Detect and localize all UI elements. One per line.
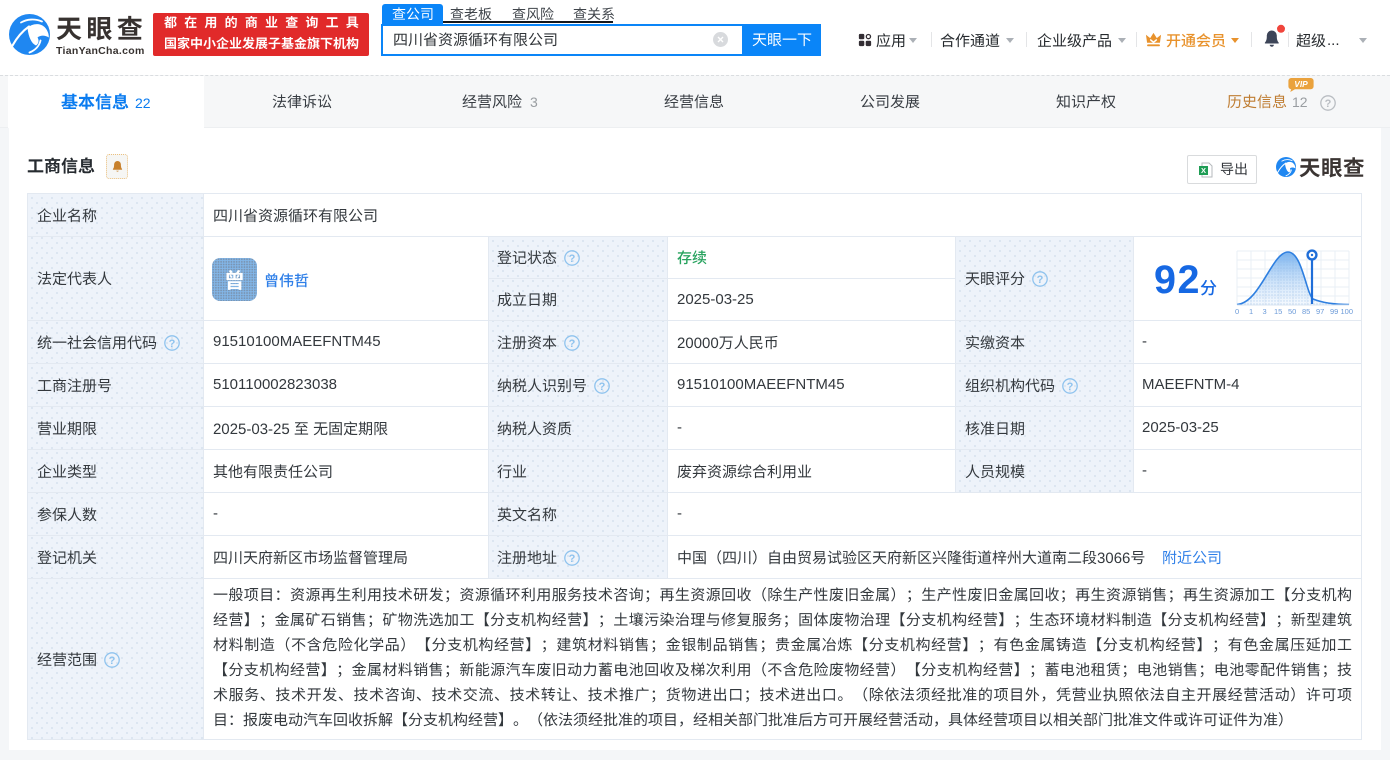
svg-text:?: ?	[1324, 98, 1331, 110]
svg-text:?: ?	[568, 338, 575, 350]
svg-text:?: ?	[1036, 274, 1043, 286]
svg-text:VIP: VIP	[1294, 79, 1308, 89]
svg-text:?: ?	[108, 655, 115, 667]
svg-text:X: X	[1201, 166, 1206, 175]
svg-text:?: ?	[598, 381, 605, 393]
svg-text:?: ?	[1066, 381, 1073, 393]
svg-text:?: ?	[568, 253, 575, 265]
svg-text:?: ?	[168, 338, 175, 350]
svg-text:?: ?	[568, 553, 575, 565]
